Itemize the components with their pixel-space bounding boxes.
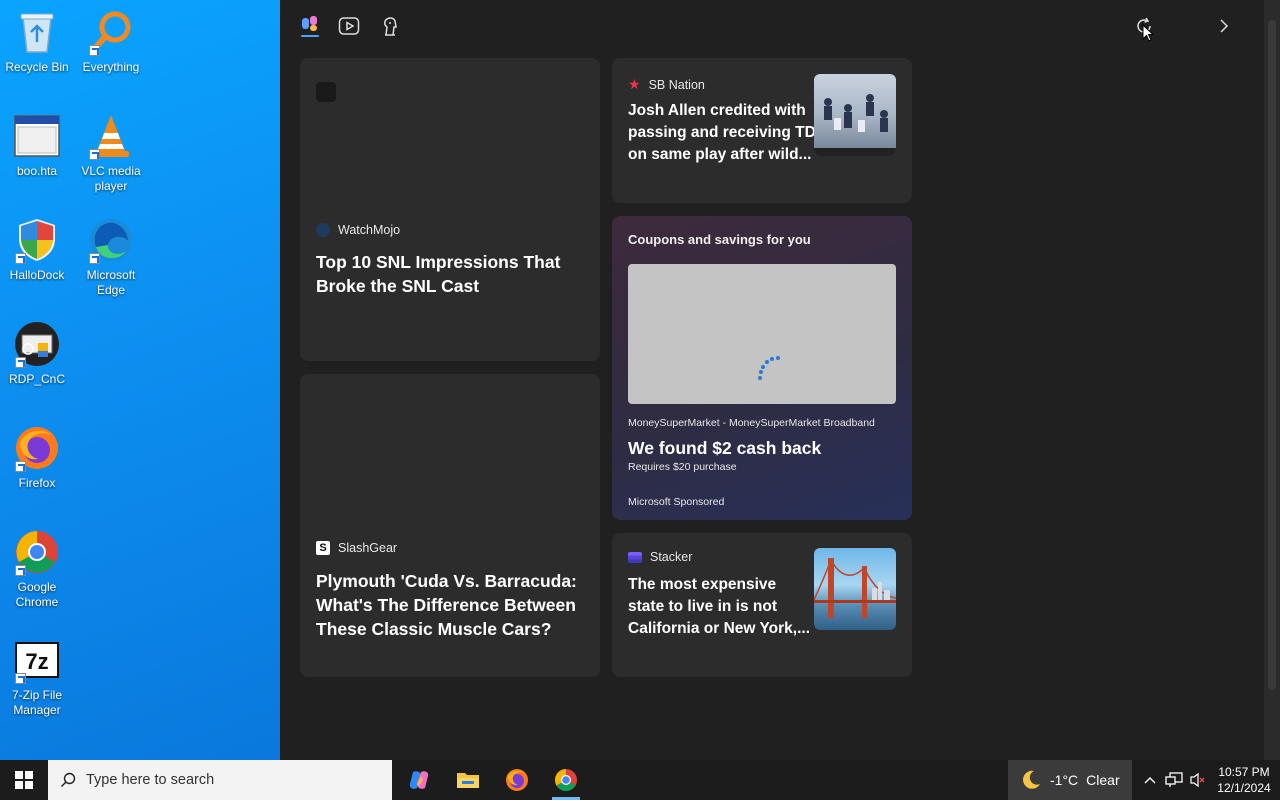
news-card-sbnation[interactable]: ★ SB Nation Josh Allen credited with pas… — [612, 58, 912, 203]
chevron-right-icon[interactable] — [1212, 14, 1236, 38]
news-headline[interactable]: Top 10 SNL Impressions That Broke the SN… — [316, 250, 586, 298]
news-headline[interactable]: Plymouth 'Cuda Vs. Barracuda: What's The… — [316, 569, 591, 641]
archive-7z-icon: 7z — [13, 636, 61, 684]
slashgear-logo-icon: S — [316, 541, 330, 555]
news-source-label: WatchMojo — [338, 223, 401, 237]
scrollbar-thumb[interactable] — [1268, 20, 1276, 690]
volume-muted-icon[interactable] — [1186, 766, 1210, 794]
watchmojo-logo-icon — [316, 223, 330, 237]
desktop: Recycle Bin Everything boo.hta VLC media… — [0, 0, 280, 760]
shortcut-arrow-icon — [89, 253, 100, 264]
vlc-cone-icon — [87, 112, 135, 160]
video-play-icon[interactable] — [337, 14, 361, 38]
news-card-watchmojo[interactable]: WatchMojo Top 10 SNL Impressions That Br… — [300, 58, 600, 361]
chrome-icon — [13, 528, 61, 576]
desktop-icon-label: VLC media player — [81, 164, 141, 193]
desktop-icon-rdp-cnc[interactable]: RDP_CnC — [0, 320, 74, 387]
coupon-condition: Requires $20 purchase — [628, 461, 737, 473]
news-source-label: SlashGear — [338, 541, 398, 555]
news-source-label: Stacker — [650, 550, 693, 564]
panel-scrollbar[interactable] — [1264, 0, 1280, 760]
windows-start-icon[interactable] — [10, 766, 38, 794]
shortcut-arrow-icon — [89, 149, 100, 160]
desktop-icon-label: Everything — [82, 60, 140, 74]
magnifier-icon — [87, 8, 135, 56]
file-explorer-icon[interactable] — [454, 766, 482, 794]
shield-icon — [13, 216, 61, 264]
desktop-icon-recycle-bin[interactable]: Recycle Bin — [0, 8, 74, 75]
star-logo-icon: ★ — [628, 76, 641, 92]
remote-desktop-icon — [13, 320, 61, 368]
svg-text:7z: 7z — [25, 649, 48, 674]
desktop-icon-7zip[interactable]: 7z 7-Zip File Manager — [0, 636, 74, 718]
desktop-icon-label: Google Chrome — [15, 580, 59, 609]
widgets-panel: WatchMojo Top 10 SNL Impressions That Br… — [280, 0, 1280, 760]
news-source: WatchMojo — [316, 223, 400, 237]
coupon-image-placeholder — [628, 264, 896, 404]
weather-condition: Clear — [1086, 772, 1120, 788]
desktop-icon-chrome[interactable]: Google Chrome — [0, 528, 74, 610]
shortcut-arrow-icon — [15, 357, 26, 368]
copilot-icon[interactable] — [405, 766, 433, 794]
desktop-icon-boo-hta[interactable]: boo.hta — [0, 112, 74, 179]
moon-icon — [1023, 770, 1040, 789]
shortcut-arrow-icon — [15, 565, 26, 576]
desktop-icon-everything[interactable]: Everything — [74, 8, 148, 75]
news-headline[interactable]: The most expensive state to live in is n… — [628, 574, 816, 640]
mouse-cursor-icon — [1142, 23, 1155, 47]
golden-gate-bridge-photo — [814, 548, 896, 630]
search-placeholder: Type here to search — [86, 772, 215, 788]
shortcut-arrow-icon — [15, 253, 26, 264]
video-placeholder-icon — [316, 82, 336, 102]
desktop-icon-edge[interactable]: Microsoft Edge — [74, 216, 148, 298]
news-card-stacker[interactable]: Stacker The most expensive state to live… — [612, 533, 912, 677]
taskbar-search-box[interactable]: Type here to search — [48, 760, 392, 800]
news-card-slashgear[interactable]: S SlashGear Plymouth 'Cuda Vs. Barracuda… — [300, 374, 600, 677]
shortcut-arrow-icon — [15, 673, 26, 684]
desktop-icon-label: RDP_CnC — [8, 372, 65, 386]
desktop-icon-label: Firefox — [18, 476, 56, 490]
sponsored-label: Microsoft Sponsored — [628, 496, 725, 508]
desktop-icon-firefox[interactable]: Firefox — [0, 424, 74, 491]
coupons-title: Coupons and savings for you — [628, 232, 811, 247]
clock-date: 12/1/2024 — [1217, 781, 1271, 795]
desktop-icon-label: Microsoft Edge — [86, 268, 136, 297]
taskbar: Type here to search -1°C Clear 10:57 PM … — [0, 760, 1280, 800]
news-source: S SlashGear — [316, 541, 397, 555]
chevron-up-icon[interactable] — [1138, 766, 1162, 794]
desktop-icon-label: HalloDock — [9, 268, 65, 282]
news-source: Stacker — [628, 550, 692, 564]
weather-temperature: -1°C — [1050, 772, 1079, 788]
desktop-icon-hallodock[interactable]: HalloDock — [0, 216, 74, 283]
weather-widget-button[interactable]: -1°C Clear — [1008, 760, 1132, 800]
firefox-icon — [13, 424, 61, 472]
network-icon[interactable] — [1162, 766, 1186, 794]
news-source-label: SB Nation — [648, 77, 705, 92]
coupons-card[interactable]: Coupons and savings for you MoneySuperMa… — [612, 216, 912, 520]
widgets-home-icon[interactable] — [298, 14, 322, 38]
desktop-icon-label: Recycle Bin — [5, 60, 69, 74]
loading-spinner-icon — [758, 356, 780, 380]
recycle-bin-icon — [13, 8, 61, 56]
chrome-taskbar-icon[interactable] — [552, 766, 580, 794]
desktop-icon-vlc[interactable]: VLC media player — [74, 112, 148, 194]
shortcut-arrow-icon — [89, 45, 100, 56]
stacker-logo-icon — [628, 551, 642, 563]
coupon-offer[interactable]: We found $2 cash back — [628, 438, 821, 459]
game-piece-icon[interactable] — [378, 14, 402, 38]
taskbar-clock[interactable]: 10:57 PM 12/1/2024 — [1212, 764, 1276, 796]
firefox-taskbar-icon[interactable] — [503, 766, 531, 794]
clock-time: 10:57 PM — [1218, 765, 1270, 779]
window-file-icon — [13, 112, 61, 160]
search-icon — [61, 772, 76, 787]
coupon-advertiser: MoneySuperMarket - MoneySuperMarket Broa… — [628, 417, 875, 429]
desktop-icon-label: 7-Zip File Manager — [11, 688, 62, 717]
news-headline[interactable]: Josh Allen credited with passing and rec… — [628, 100, 816, 166]
shortcut-arrow-icon — [15, 461, 26, 472]
news-source: ★ SB Nation — [628, 76, 705, 93]
football-photo — [814, 74, 896, 156]
edge-browser-icon — [87, 216, 135, 264]
desktop-icon-label: boo.hta — [16, 164, 58, 178]
